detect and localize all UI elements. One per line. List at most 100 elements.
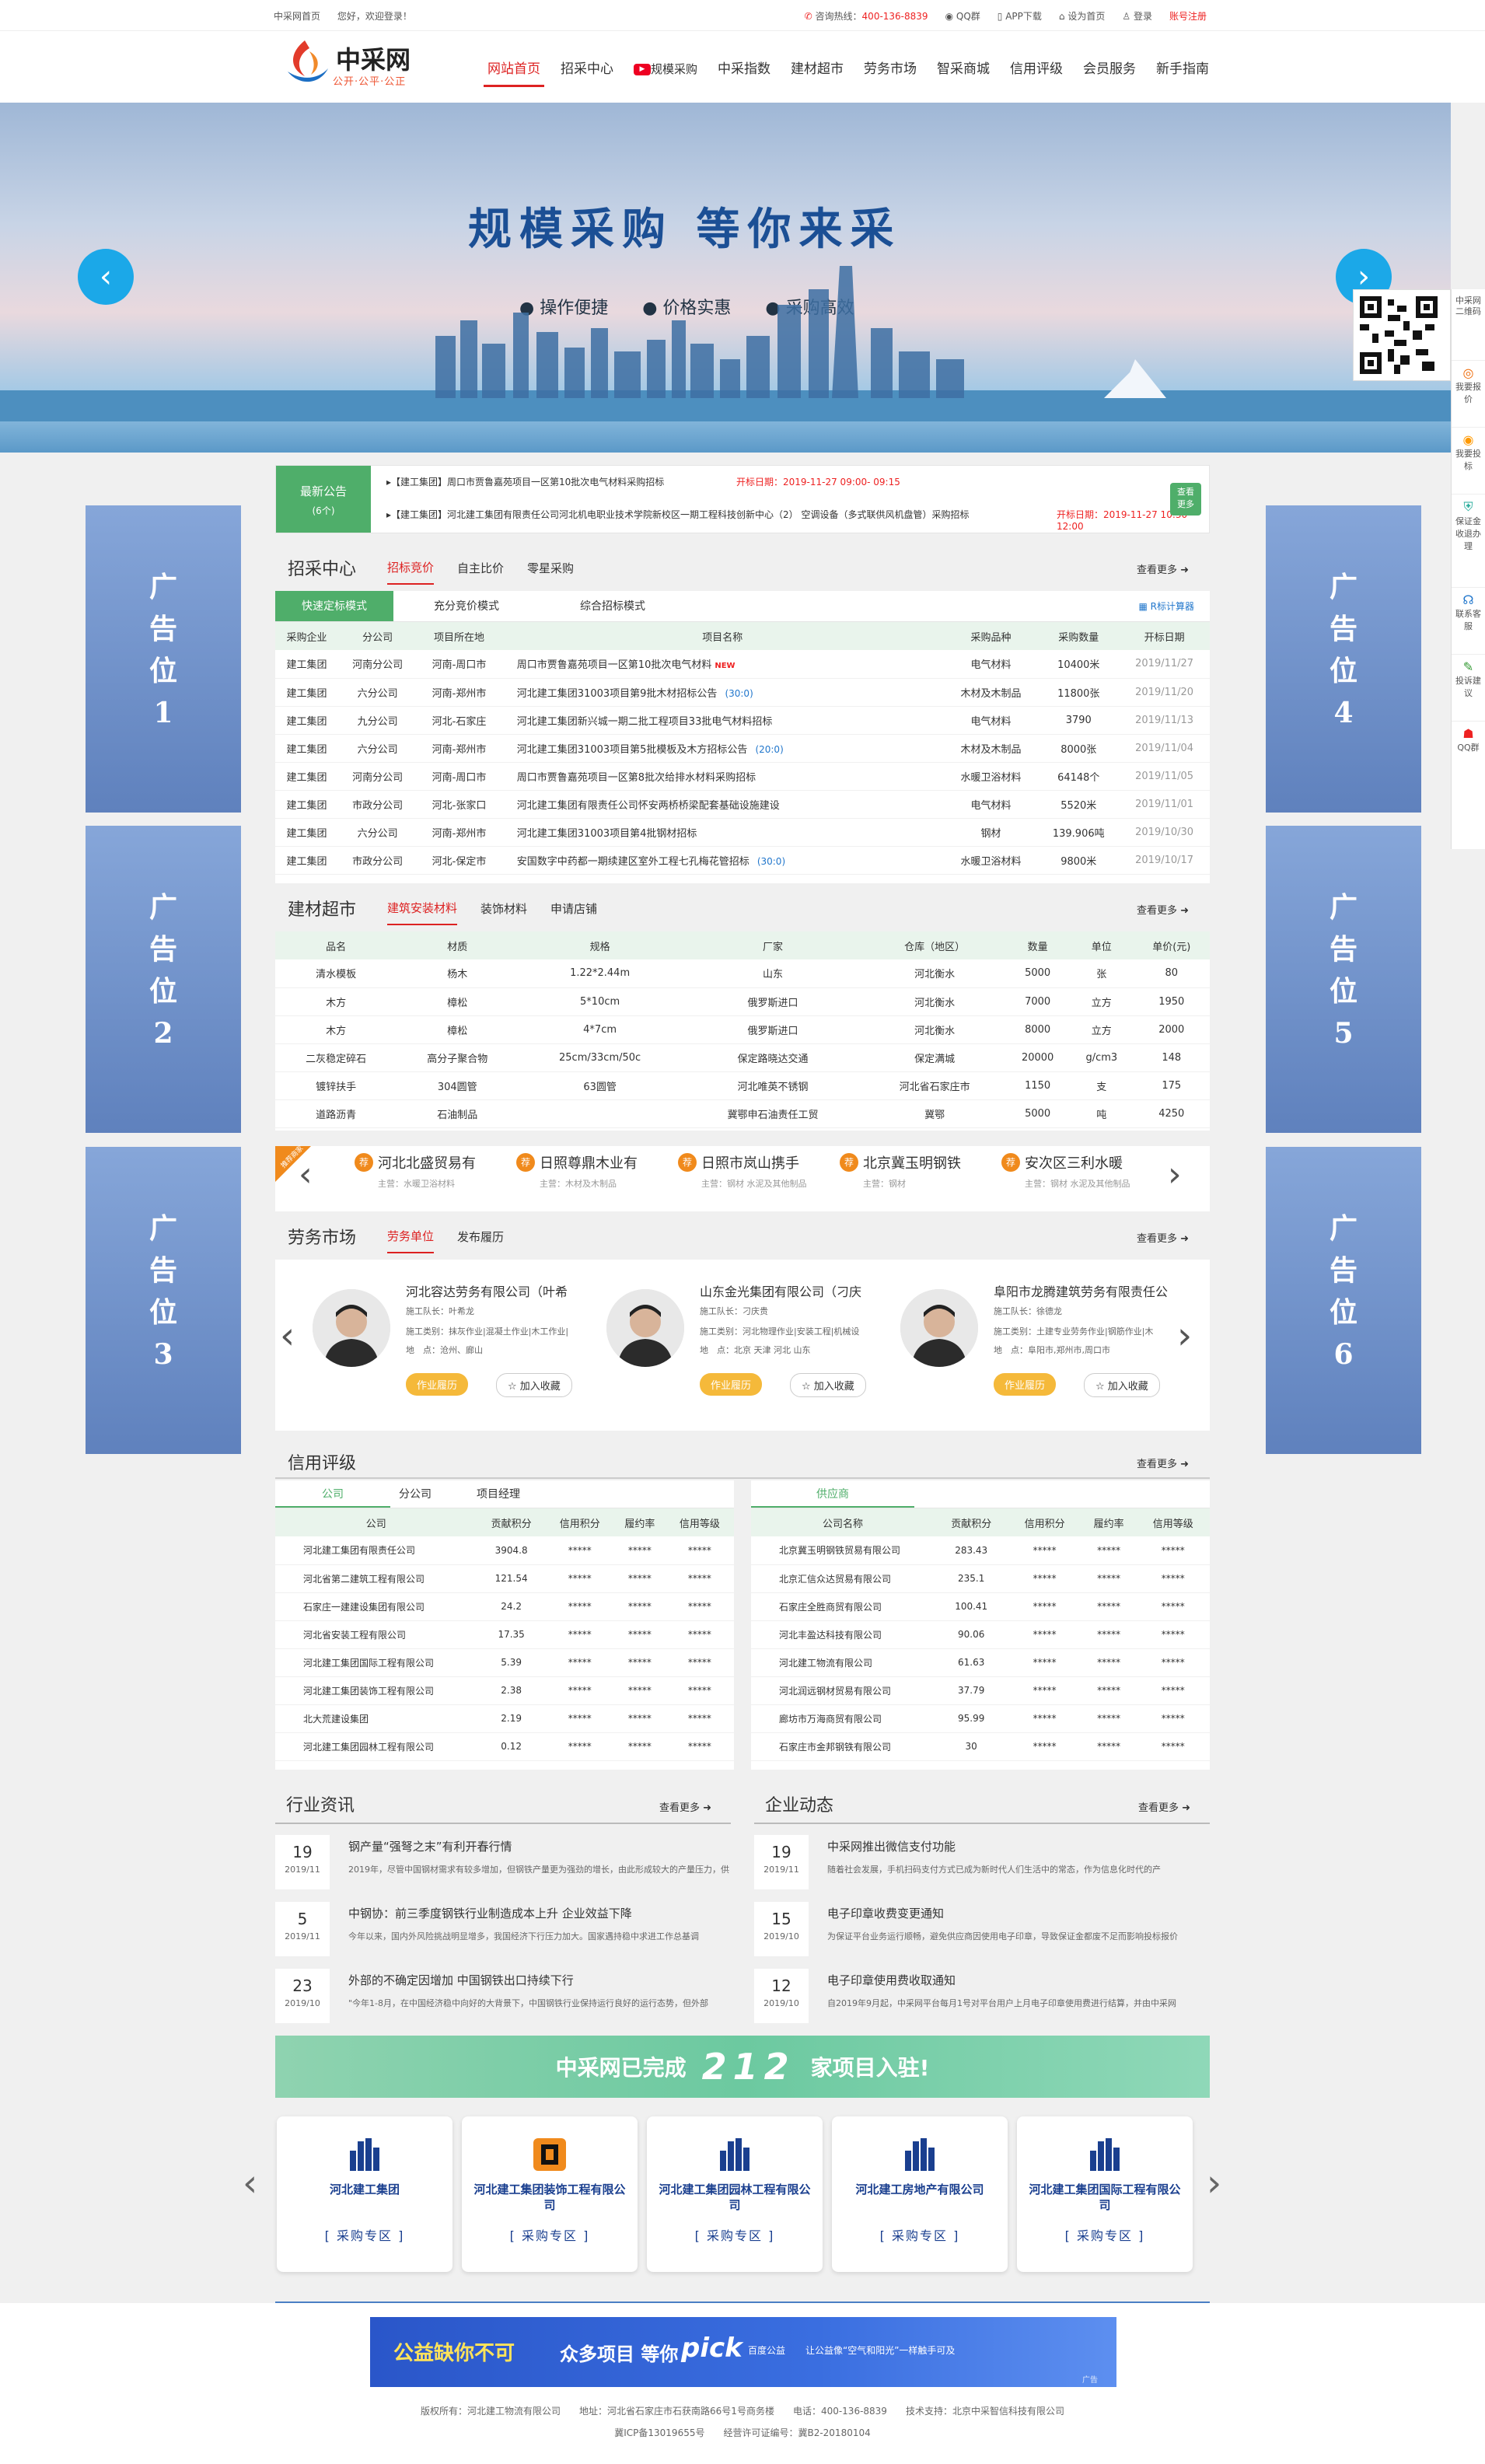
table-row[interactable]: 河北建工物流有限公司 61.63 ***** ***** *****: [751, 1648, 1210, 1676]
tab-small-purchase[interactable]: 零星采购: [527, 552, 574, 584]
ad-slot-2[interactable]: 广告位2: [86, 826, 241, 1133]
labor-prev-button[interactable]: ‹: [280, 1314, 295, 1358]
ad-slot-6[interactable]: 广告位6: [1266, 1147, 1421, 1454]
notice-more-button[interactable]: 查看更多: [1170, 483, 1201, 516]
table-row[interactable]: 建工集团 六分公司 河南-郑州市 河北建工集团31003项目第4批钢材招标 钢材 139.…: [275, 818, 1210, 846]
mode-fast[interactable]: 快速定标模式: [275, 591, 393, 621]
news-item[interactable]: 12 2019/10 电子印章使用费收取通知 自2019年9月起，中采网平台每月1号对…: [754, 1969, 1210, 2036]
news-item[interactable]: 23 2019/10 外部的不确定因增加 中国钢铁出口持续下行 "今年1-8月，在中国…: [275, 1969, 731, 2036]
ad-slot-3[interactable]: 广告位3: [86, 1147, 241, 1454]
news-item[interactable]: 5 2019/11 中钢协：前三季度钢铁行业制造成本上升 企业效益下降 今年以来，国内…: [275, 1902, 731, 1969]
nav-member[interactable]: 会员服务: [1073, 48, 1146, 90]
tab-bid-auction[interactable]: 招标竞价: [387, 551, 435, 585]
news-title[interactable]: 钢产量“强弩之末”有利开春行情: [348, 1838, 729, 1854]
tab-install-materials[interactable]: 建筑安装材料: [387, 892, 458, 925]
tab-self-compare[interactable]: 自主比价: [457, 552, 504, 584]
table-row[interactable]: 木方 樟松 5*10cm 俄罗斯进口 河北衡水 7000 立方 1950: [275, 987, 1210, 1015]
table-row[interactable]: 河北省安装工程有限公司 17.35 ***** ***** *****: [275, 1620, 734, 1648]
mode-comprehensive[interactable]: 综合招标模式: [540, 591, 686, 621]
service-tool[interactable]: ☊ 联系客服: [1452, 588, 1485, 655]
tab-post-resume[interactable]: 发布履历: [457, 1221, 504, 1253]
news-item[interactable]: 15 2019/10 电子印章收费变更通知 为保证平台业务运行顺畅，避免供应商因使用电…: [754, 1902, 1210, 1969]
news-title[interactable]: 外部的不确定因增加 中国钢铁出口持续下行: [348, 1972, 729, 1988]
shops-prev-button[interactable]: ‹: [299, 1155, 313, 1194]
table-row[interactable]: 石家庄市金邦钢铁有限公司 30 ***** ***** *****: [751, 1732, 1210, 1760]
table-row[interactable]: 北京冀玉明钢铁贸易有限公司 283.43 ***** ***** *****: [751, 1536, 1210, 1564]
partner-card[interactable]: 河北建工集团国际工程有限公司 [ 采购专区 ]: [1017, 2116, 1193, 2272]
hero-banner[interactable]: 规模采购 等你来采 ● 操作便捷● 价格实惠● 采购高效 ‹ ›: [0, 103, 1451, 453]
bid-tool[interactable]: ◉ 我要投标: [1452, 428, 1485, 495]
r-calculator-link[interactable]: ▦ R标计算器: [1138, 591, 1194, 621]
bid-more-link[interactable]: 查看更多 ➜: [1137, 561, 1189, 576]
tab-labor-units[interactable]: 劳务单位: [387, 1220, 435, 1253]
table-row[interactable]: 建工集团 六分公司 河南-郑州市 河北建工集团31003项目第9批木材招标公告 (30:…: [275, 678, 1210, 706]
set-home-link[interactable]: ⌂ 设为首页: [1059, 9, 1105, 23]
shop-item[interactable]: 荐日照市岚山携手 主营：钢材 水泥及其他制品: [673, 1152, 835, 1190]
ad-slot-1[interactable]: 广告位1: [86, 505, 241, 813]
table-row[interactable]: 河北润远钢材贸易有限公司 37.79 ***** ***** *****: [751, 1676, 1210, 1704]
news-title[interactable]: 中钢协：前三季度钢铁行业制造成本上升 企业效益下降: [348, 1905, 729, 1921]
news-title[interactable]: 电子印章收费变更通知: [827, 1905, 1208, 1921]
table-row[interactable]: 建工集团 市政分公司 河北-张家口 河北建工集团有限责任公司怀安两桥桥梁配套基础设施建…: [275, 790, 1210, 818]
login-link[interactable]: ♙ 登录: [1122, 9, 1152, 23]
shop-item[interactable]: 荐河北北盛贸易有 主营：水暖卫浴材料: [350, 1152, 512, 1190]
table-row[interactable]: 廊坊市万海商贸有限公司 95.99 ***** ***** *****: [751, 1704, 1210, 1732]
partner-card[interactable]: 河北建工集团 [ 采购专区 ]: [277, 2116, 452, 2272]
table-row[interactable]: 石家庄全胜商贸有限公司 100.41 ***** ***** *****: [751, 1592, 1210, 1620]
qq-link[interactable]: ◉ QQ群: [945, 9, 980, 23]
partners-prev-button[interactable]: ‹: [243, 2162, 257, 2205]
labor-card[interactable]: 阜阳市龙腾建筑劳务有限责任公 施工队长：徐德龙 施工类别：土建专业劳务作业|钢筋作业…: [900, 1281, 1174, 1414]
resume-button[interactable]: 作业履历: [700, 1373, 763, 1396]
tab-apply-shop[interactable]: 申请店铺: [550, 893, 597, 924]
site-logo[interactable]: 中采网 公开·公平·公正: [281, 37, 421, 95]
purchase-zone-button[interactable]: [ 采购专区 ]: [832, 2225, 1008, 2244]
home-link[interactable]: 中采网首页: [274, 11, 320, 22]
favorite-button[interactable]: ☆ 加入收藏: [790, 1373, 866, 1397]
purchase-zone-button[interactable]: [ 采购专区 ]: [277, 2225, 452, 2244]
ad-slot-4[interactable]: 广告位4: [1266, 505, 1421, 813]
purchase-zone-button[interactable]: [ 采购专区 ]: [647, 2225, 823, 2244]
tab-decoration[interactable]: 装饰材料: [480, 893, 527, 924]
quote-tool[interactable]: ◎ 我要报价: [1452, 361, 1485, 428]
table-row[interactable]: 北京汇信众达贸易有限公司 235.1 ***** ***** *****: [751, 1564, 1210, 1592]
table-row[interactable]: 河北丰盈达科技有限公司 90.06 ***** ***** *****: [751, 1620, 1210, 1648]
tab-credit-company[interactable]: 公司: [275, 1480, 390, 1508]
labor-card[interactable]: 山东金光集团有限公司（刁庆 施工队长：刁庆贵 施工类别：河北物理作业|安装工程|机械…: [606, 1281, 880, 1414]
market-more-link[interactable]: 查看更多 ➜: [1137, 902, 1189, 917]
resume-button[interactable]: 作业履历: [994, 1373, 1057, 1396]
nav-credit[interactable]: 信用评级: [1000, 48, 1073, 90]
complaint-tool[interactable]: ✎ 投诉建议: [1452, 655, 1485, 722]
tab-credit-branch[interactable]: 分公司: [390, 1480, 440, 1508]
banner-prev-button[interactable]: ‹: [78, 249, 134, 305]
partners-next-button[interactable]: ›: [1207, 2162, 1221, 2205]
favorite-button[interactable]: ☆ 加入收藏: [1084, 1373, 1160, 1397]
table-row[interactable]: 建工集团 六分公司 河南-郑州市 河北建工集团31003项目第5批模板及木方招标公告 (…: [275, 734, 1210, 762]
partner-card[interactable]: 河北建工房地产有限公司 [ 采购专区 ]: [832, 2116, 1008, 2272]
register-link[interactable]: 账号注册: [1169, 9, 1207, 23]
nav-building-market[interactable]: 建材超市: [781, 48, 854, 90]
app-download-link[interactable]: ▯ APP下载: [998, 9, 1042, 23]
table-row[interactable]: 建工集团 九分公司 河北-石家庄 河北建工集团新兴城一期二批工程项目33批电气材料招标…: [275, 706, 1210, 734]
news-item[interactable]: 19 2019/11 中采网推出微信支付功能 随着社会发展，手机扫码支付方式已成为新时…: [754, 1835, 1210, 1902]
partner-card[interactable]: 河北建工集团园林工程有限公司 [ 采购专区 ]: [647, 2116, 823, 2272]
nav-mall[interactable]: 智采商城: [927, 48, 1000, 90]
notice-item-1[interactable]: ▸【建工集团】周口市贾鲁嘉苑项目一区第10批次电气材料采购招标: [386, 475, 791, 488]
table-row[interactable]: 镀锌扶手 304圆管 63圆管 河北唯英不锈钢 河北省石家庄市 1150 支 175: [275, 1071, 1210, 1099]
labor-more-link[interactable]: 查看更多 ➜: [1137, 1230, 1189, 1245]
news-item[interactable]: 19 2019/11 钢产量“强弩之末”有利开春行情 2019年，尽管中国钢材需求有较…: [275, 1835, 731, 1902]
shop-item[interactable]: 荐日照尊鼎木业有 主营：木材及木制品: [512, 1152, 673, 1190]
labor-next-button[interactable]: ›: [1177, 1314, 1192, 1358]
tab-credit-pm[interactable]: 项目经理: [440, 1480, 557, 1508]
nav-home[interactable]: 网站首页: [477, 48, 550, 90]
table-row[interactable]: 河北建工集团装饰工程有限公司 2.38 ***** ***** *****: [275, 1676, 734, 1704]
nav-bulk-purchase[interactable]: ▶ 规模采购: [624, 48, 708, 90]
purchase-zone-button[interactable]: [ 采购专区 ]: [1017, 2225, 1193, 2244]
table-row[interactable]: 河北建工集团有限责任公司 3904.8 ***** ***** *****: [275, 1536, 734, 1564]
resume-button[interactable]: 作业履历: [406, 1373, 469, 1396]
ad-slot-5[interactable]: 广告位5: [1266, 826, 1421, 1133]
public-welfare-ad[interactable]: 公益缺你不可 众多项目 等你 pick 百度公益 让公益像“空气和阳光”一样触手…: [370, 2317, 1116, 2387]
nav-bidding[interactable]: 招采中心: [550, 48, 624, 90]
credit-more-link[interactable]: 查看更多 ➜: [1137, 1456, 1189, 1470]
industry-more-link[interactable]: 查看更多 ➜: [659, 1799, 711, 1814]
nav-guide[interactable]: 新手指南: [1146, 48, 1219, 90]
